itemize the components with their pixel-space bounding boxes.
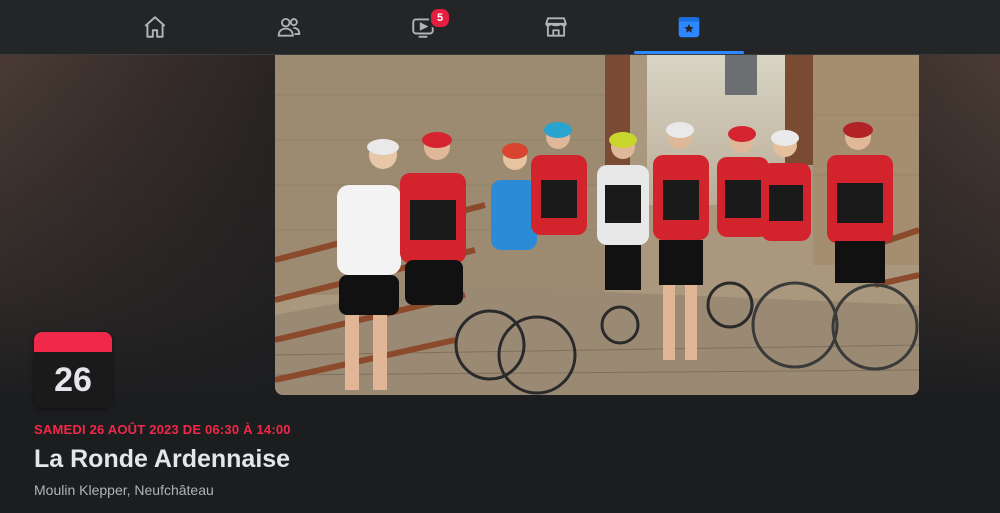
nav-friends[interactable] bbox=[234, 4, 344, 50]
event-date-time: SAMEDI 26 AOÛT 2023 DE 06:30 À 14:00 bbox=[34, 422, 291, 437]
event-cover-photo[interactable] bbox=[275, 55, 919, 395]
date-badge-header bbox=[34, 332, 112, 352]
cyclists-group-photo bbox=[275, 55, 919, 395]
event-location[interactable]: Moulin Klepper, Neufchâteau bbox=[34, 482, 214, 498]
friends-icon bbox=[277, 17, 301, 37]
events-icon bbox=[678, 17, 700, 38]
notification-badge: 5 bbox=[429, 7, 451, 29]
home-icon bbox=[144, 16, 166, 38]
marketplace-icon bbox=[545, 17, 567, 37]
event-day: 26 bbox=[54, 360, 92, 399]
nav-marketplace[interactable] bbox=[501, 4, 611, 50]
event-title[interactable]: La Ronde Ardennaise bbox=[34, 445, 290, 474]
top-navigation-bar: 5 bbox=[0, 0, 1000, 55]
nav-events[interactable] bbox=[634, 4, 744, 54]
event-date-badge: 26 bbox=[34, 332, 112, 408]
nav-home[interactable] bbox=[100, 4, 210, 50]
nav-watch[interactable]: 5 bbox=[368, 4, 478, 50]
